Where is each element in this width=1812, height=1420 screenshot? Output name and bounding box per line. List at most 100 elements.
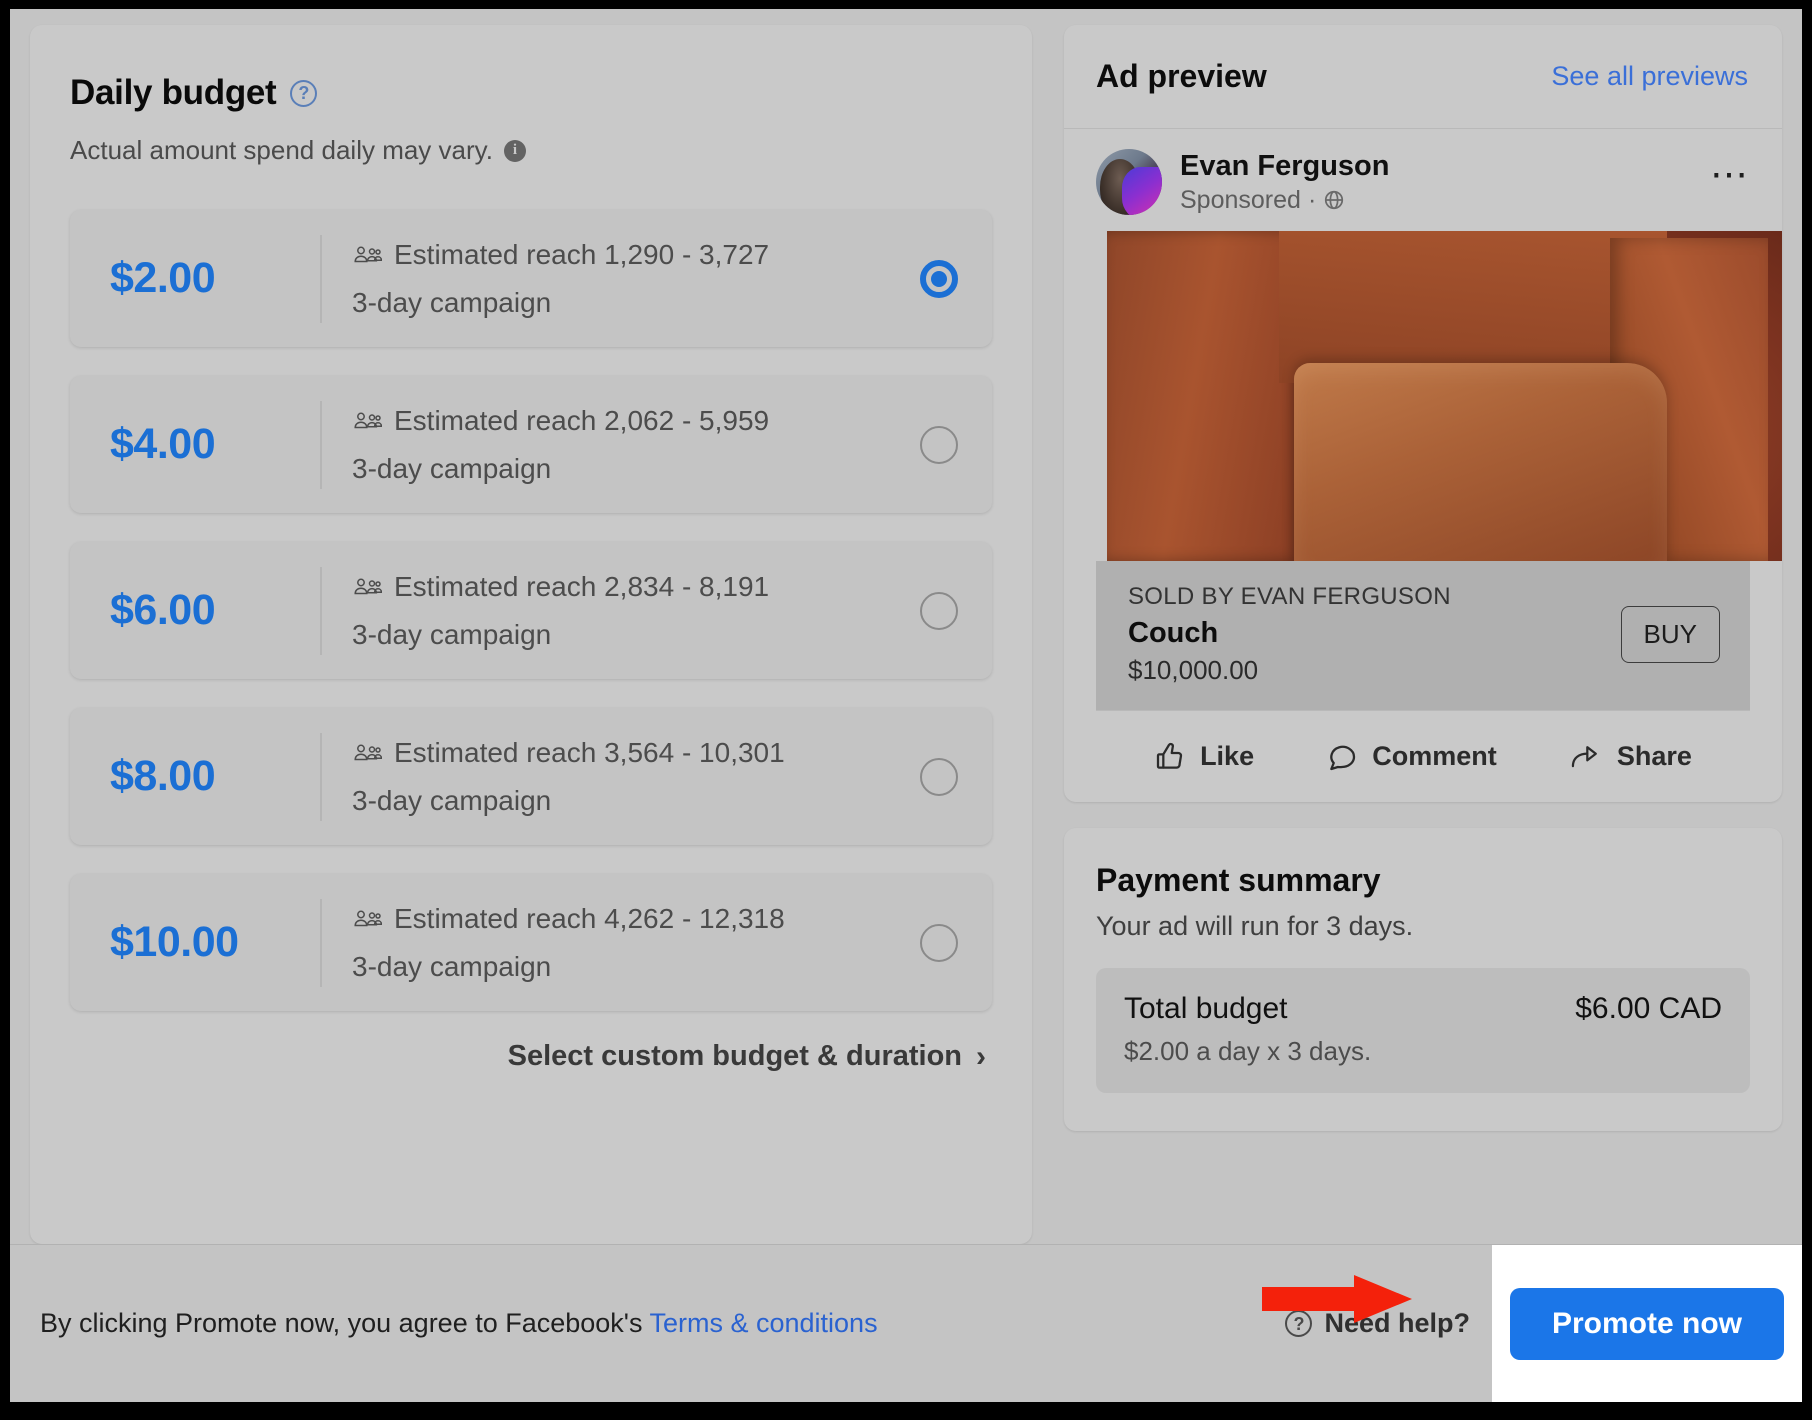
- post-actions-row: Like Comment Share: [1096, 710, 1750, 802]
- campaign-duration: 3-day campaign: [352, 618, 552, 650]
- couch-right-arm: [1609, 237, 1768, 561]
- budget-amount: $6.00: [110, 586, 216, 634]
- avatar: [1096, 149, 1162, 215]
- see-all-previews-link[interactable]: See all previews: [1551, 61, 1748, 92]
- comment-bubble-icon: [1326, 741, 1358, 773]
- select-custom-budget-link[interactable]: Select custom budget & duration ›: [70, 1040, 992, 1073]
- budget-radio-button[interactable]: [920, 757, 958, 796]
- custom-budget-label: Select custom budget & duration: [507, 1040, 962, 1072]
- product-info-bar: SOLD BY EVAN FERGUSON Couch $10,000.00 B…: [1096, 561, 1750, 710]
- comment-button[interactable]: Comment: [1326, 741, 1497, 773]
- total-budget-box: Total budget $6.00 CAD $2.00 a day x 3 d…: [1096, 968, 1750, 1093]
- ad-preview-header: Ad preview See all previews: [1064, 25, 1782, 129]
- like-button[interactable]: Like: [1154, 741, 1254, 773]
- post-header: Evan Ferguson Sponsored · ⋯: [1064, 129, 1782, 231]
- payment-summary-card: Payment summary Your ad will run for 3 d…: [1064, 828, 1782, 1131]
- estimated-reach-text: Estimated reach 2,834 - 8,191: [394, 570, 770, 602]
- daily-budget-header: Daily budget ?: [70, 73, 992, 113]
- estimated-reach-row: Estimated reach 2,834 - 8,191: [352, 571, 920, 603]
- estimated-reach-row: Estimated reach 4,262 - 12,318: [352, 903, 920, 935]
- payment-summary-subtitle: Your ad will run for 3 days.: [1096, 911, 1414, 941]
- people-icon: [352, 409, 382, 433]
- divider: [320, 898, 322, 987]
- thumbs-up-icon: [1154, 741, 1186, 773]
- ad-product-image: [1064, 231, 1782, 561]
- promote-button-highlight: Promote now: [1492, 1245, 1802, 1402]
- buy-button[interactable]: BUY: [1620, 606, 1720, 663]
- budget-amount: $4.00: [110, 420, 216, 468]
- campaign-duration: 3-day campaign: [352, 286, 552, 318]
- terms-prefix: By clicking Promote now, you agree to Fa…: [40, 1308, 650, 1338]
- budget-amount: $10.00: [110, 918, 239, 966]
- footer-actions: ? Need help? Promote now: [1285, 1245, 1802, 1402]
- daily-budget-subtitle: Actual amount spend daily may vary. i: [70, 135, 992, 166]
- terms-conditions-link[interactable]: Terms & conditions: [649, 1308, 877, 1338]
- product-details: SOLD BY EVAN FERGUSON Couch $10,000.00: [1128, 583, 1451, 686]
- ellipsis-icon[interactable]: ⋯: [1710, 156, 1750, 201]
- budget-amount: $2.00: [110, 254, 216, 302]
- budget-radio-button[interactable]: [920, 259, 958, 298]
- post-meta: Sponsored ·: [1180, 186, 1692, 215]
- image-left-gutter: [1064, 231, 1108, 561]
- daily-budget-panel: Daily budget ? Actual amount spend daily…: [30, 25, 1032, 1244]
- budget-radio-button[interactable]: [920, 425, 958, 464]
- promote-post-screen: Daily budget ? Actual amount spend daily…: [10, 9, 1802, 1402]
- budget-option-card[interactable]: $2.00 Estimated reach 1,290 - 3,727 3-day …: [70, 210, 992, 347]
- budget-info: Estimated reach 3,564 - 10,301 3-day camp…: [352, 737, 920, 817]
- budget-option-card[interactable]: $10.00 Estimated reach 4,262 - 12,318 3-da…: [70, 874, 992, 1011]
- ad-preview-card: Ad preview See all previews Evan Ferguso…: [1064, 25, 1782, 802]
- subtitle-text: Actual amount spend daily may vary.: [70, 135, 493, 165]
- estimated-reach-text: Estimated reach 1,290 - 3,727: [394, 238, 770, 270]
- campaign-duration: 3-day campaign: [352, 784, 552, 816]
- estimated-reach-row: Estimated reach 1,290 - 3,727: [352, 239, 920, 271]
- people-icon: [352, 243, 382, 267]
- estimated-reach-text: Estimated reach 3,564 - 10,301: [394, 736, 785, 768]
- ad-preview-title: Ad preview: [1096, 58, 1267, 94]
- budget-option-card[interactable]: $6.00 Estimated reach 2,834 - 8,191 3-day …: [70, 542, 992, 679]
- budget-amount: $8.00: [110, 752, 216, 800]
- promote-now-button[interactable]: Promote now: [1510, 1287, 1784, 1360]
- main-content: Daily budget ? Actual amount spend daily…: [10, 9, 1802, 1244]
- post-author-name[interactable]: Evan Ferguson: [1180, 150, 1692, 183]
- right-column: Ad preview See all previews Evan Ferguso…: [1064, 25, 1782, 1244]
- total-budget-row: Total budget $6.00 CAD: [1124, 992, 1722, 1026]
- budget-options-list: $2.00 Estimated reach 1,290 - 3,727 3-day …: [70, 210, 992, 1011]
- payment-summary-title: Payment summary: [1096, 862, 1381, 898]
- budget-option-card[interactable]: $4.00 Estimated reach 2,062 - 5,959 3-day …: [70, 376, 992, 513]
- budget-radio-button[interactable]: [920, 591, 958, 630]
- question-circle-icon[interactable]: ?: [290, 79, 318, 107]
- people-icon: [352, 741, 382, 765]
- total-budget-label: Total budget: [1124, 992, 1288, 1025]
- comment-label: Comment: [1372, 741, 1497, 771]
- people-icon: [352, 907, 382, 931]
- divider: [320, 400, 322, 489]
- budget-radio-button[interactable]: [920, 923, 958, 962]
- budget-option-card[interactable]: $8.00 Estimated reach 3,564 - 10,301 3-day…: [70, 708, 992, 845]
- info-icon[interactable]: i: [503, 139, 526, 162]
- need-help-button[interactable]: ? Need help?: [1285, 1308, 1492, 1339]
- budget-info: Estimated reach 2,834 - 8,191 3-day campa…: [352, 571, 920, 651]
- share-button[interactable]: Share: [1569, 741, 1692, 773]
- budget-info: Estimated reach 2,062 - 5,959 3-day campa…: [352, 405, 920, 485]
- share-label: Share: [1616, 741, 1692, 771]
- estimated-reach-text: Estimated reach 4,262 - 12,318: [394, 902, 785, 934]
- product-seller: SOLD BY EVAN FERGUSON: [1128, 583, 1451, 610]
- sponsored-label: Sponsored: [1180, 185, 1301, 214]
- budget-info: Estimated reach 4,262 - 12,318 3-day camp…: [352, 903, 920, 983]
- meta-separator: ·: [1307, 185, 1317, 214]
- total-budget-value: $6.00 CAD: [1575, 992, 1722, 1025]
- avatar-frame-overlay: [1122, 167, 1162, 215]
- question-circle-icon: ?: [1285, 1310, 1313, 1337]
- divider: [320, 566, 322, 655]
- chevron-right-icon: ›: [976, 1039, 986, 1073]
- product-name: Couch: [1128, 617, 1219, 649]
- campaign-duration: 3-day campaign: [352, 452, 552, 484]
- like-label: Like: [1200, 741, 1255, 771]
- need-help-label: Need help?: [1324, 1308, 1470, 1338]
- page-title: Daily budget: [70, 73, 277, 112]
- people-icon: [352, 575, 382, 599]
- budget-info: Estimated reach 1,290 - 3,727 3-day campa…: [352, 239, 920, 319]
- divider: [320, 234, 322, 323]
- estimated-reach-text: Estimated reach 2,062 - 5,959: [394, 404, 770, 436]
- estimated-reach-row: Estimated reach 2,062 - 5,959: [352, 405, 920, 437]
